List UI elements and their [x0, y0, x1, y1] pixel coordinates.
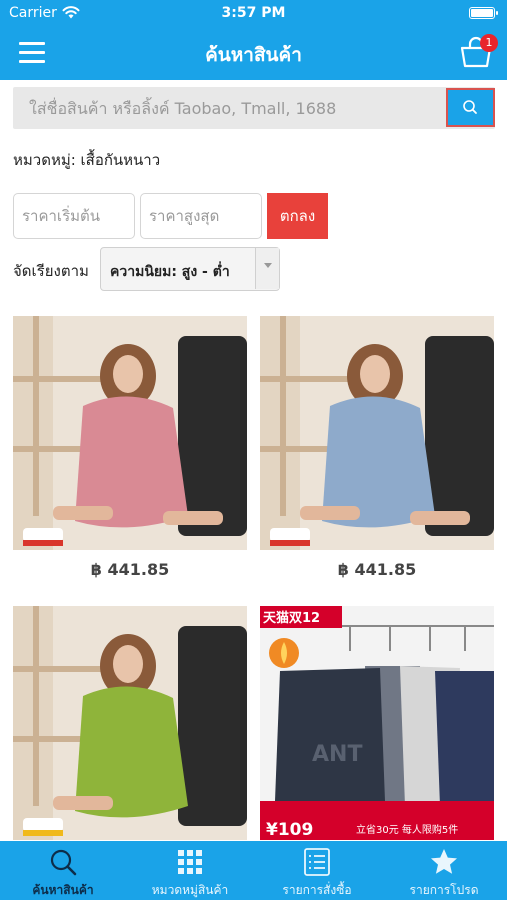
clock: 3:57 PM — [221, 5, 286, 21]
product-image — [13, 606, 247, 840]
product-image — [260, 316, 494, 550]
product-image: 天猫双12 ANT ¥109 立省30元 每人限购5件 — [260, 606, 494, 840]
promo-brand-text: ANT — [312, 742, 362, 767]
product-image — [13, 316, 247, 550]
min-price-input[interactable] — [13, 193, 135, 239]
tab-bar: ค้นหาสินค้า หมวดหมู่สินค้า รายการสั่งซื้… — [0, 841, 507, 900]
tab-categories[interactable]: หมวดหมู่สินค้า — [127, 841, 253, 900]
product-card[interactable] — [13, 606, 247, 840]
search-button[interactable] — [446, 88, 495, 127]
battery-icon — [469, 7, 498, 19]
tab-search[interactable]: ค้นหาสินค้า — [0, 841, 126, 900]
status-bar: Carrier 3:57 PM — [0, 0, 507, 28]
list-icon — [304, 848, 330, 876]
app-screen: Carrier 3:57 PM ค้นหาสินค้า 1 ใส่ชื่อสิน… — [0, 0, 507, 900]
tab-orders[interactable]: รายการสั่งซื้อ — [254, 841, 380, 900]
apply-filter-button[interactable]: ตกลง — [267, 193, 328, 239]
search-bar — [13, 87, 495, 129]
cart-badge: 1 — [480, 34, 498, 52]
promo-price-text: ¥109 — [266, 820, 313, 840]
tab-label: รายการสั่งซื้อ — [282, 883, 352, 897]
star-icon — [431, 849, 457, 874]
sort-dropdown[interactable]: ความนิยม: สูง - ต่ำ — [100, 247, 280, 291]
product-price: ฿ 441.85 — [337, 560, 417, 579]
tab-favorites[interactable]: รายการโปรด — [381, 841, 507, 900]
search-input[interactable] — [13, 87, 445, 129]
search-icon — [463, 100, 477, 114]
tab-label: หมวดหมู่สินค้า — [151, 883, 229, 897]
tab-label: รายการโปรด — [409, 883, 479, 897]
product-card[interactable]: ฿ 441.85 — [260, 316, 494, 586]
product-card[interactable]: ฿ 441.85 — [13, 316, 247, 586]
page-title: ค้นหาสินค้า — [205, 44, 302, 66]
grid-icon — [178, 850, 202, 874]
promo-footer-text: 立省30元 每人限购5件 — [356, 823, 458, 836]
search-icon — [50, 849, 77, 876]
product-price: ฿ 441.85 — [90, 560, 170, 579]
max-price-input[interactable] — [140, 193, 262, 239]
category-label: หมวดหมู่: เสื้อกันหนาว — [13, 151, 161, 169]
promo-badge-text: 天猫双12 — [263, 610, 320, 626]
product-card[interactable]: 天猫双12 ANT ¥109 立省30元 每人限购5件 — [260, 606, 494, 840]
tab-label: ค้นหาสินค้า — [32, 883, 94, 897]
sort-label: จัดเรียงตาม — [13, 262, 89, 280]
sort-selected-value: ความนิยม: สูง - ต่ำ — [110, 264, 230, 280]
chevron-down-icon — [255, 248, 279, 289]
app-header: Carrier 3:57 PM ค้นหาสินค้า 1 — [0, 0, 507, 80]
